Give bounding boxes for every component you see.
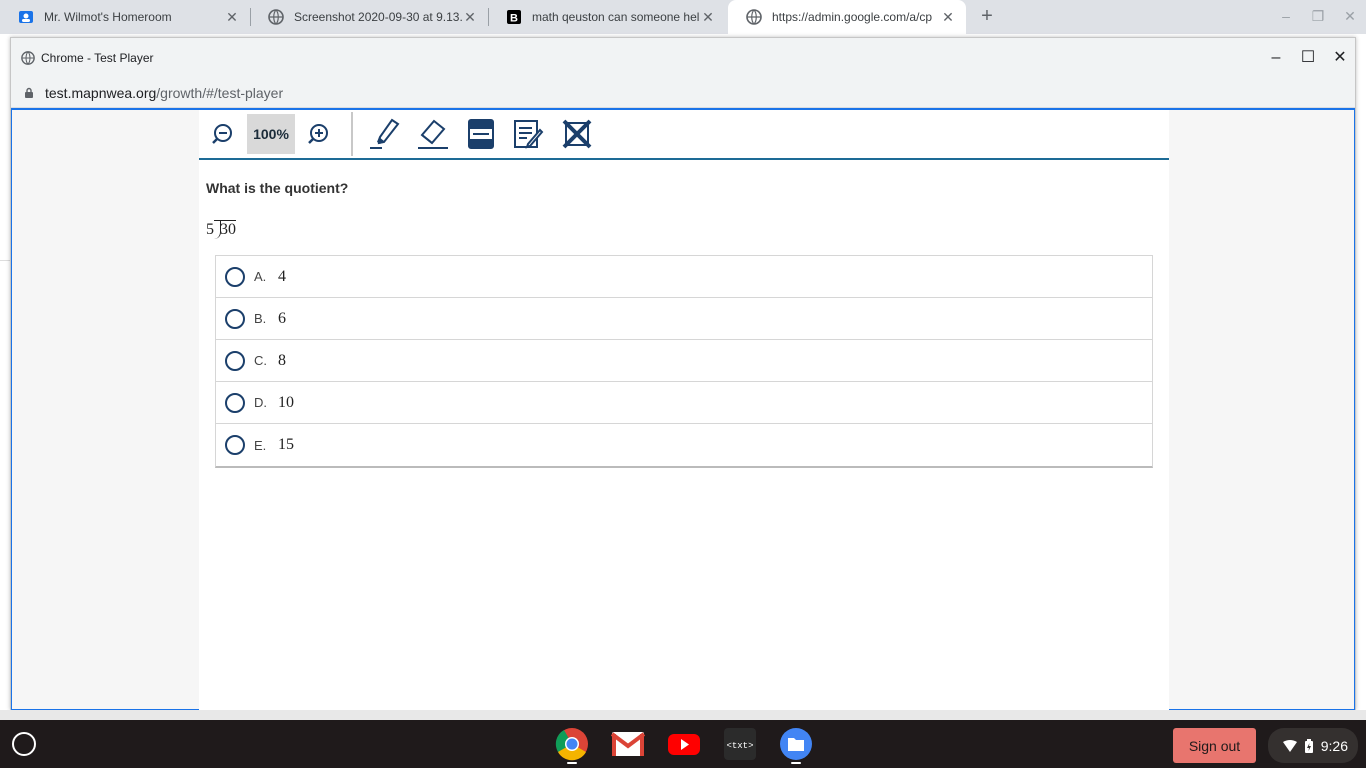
clock: 9:26	[1320, 737, 1348, 754]
wifi-icon	[1282, 739, 1297, 752]
chrome-icon[interactable]	[555, 727, 589, 761]
answer-choice-c[interactable]: C. 8	[216, 340, 1152, 382]
launcher-icon[interactable]	[12, 732, 36, 756]
zoom-out-button[interactable]	[199, 114, 247, 154]
eraser-button[interactable]	[409, 114, 457, 154]
youtube-icon[interactable]	[667, 727, 701, 761]
choice-letter: D.	[254, 395, 267, 410]
test-toolbar: 100%	[199, 110, 1169, 160]
zoom-level: 100%	[247, 114, 295, 154]
radio-button[interactable]	[225, 308, 245, 329]
restore-icon[interactable]: ❐	[1310, 7, 1326, 25]
answer-eliminator-button[interactable]	[553, 114, 601, 154]
divisor: 5	[206, 221, 214, 238]
svg-text:<txt>: <txt>	[726, 741, 753, 751]
url-path: /growth/#/test-player	[156, 84, 284, 101]
minimize-icon[interactable]: –	[1278, 7, 1294, 25]
new-tab-button[interactable]: +	[976, 5, 998, 27]
svg-text:B: B	[510, 13, 518, 25]
choice-letter: A.	[254, 269, 267, 284]
tab-strip: Mr. Wilmot's Homeroom ✕ Screenshot 2020-…	[0, 0, 1366, 34]
notepad-button[interactable]	[505, 114, 553, 154]
gmail-icon[interactable]	[611, 727, 645, 761]
radio-button[interactable]	[225, 392, 245, 413]
lock-icon	[25, 87, 33, 98]
tab-screenshot[interactable]: Screenshot 2020-09-30 at 9.13.4 ✕	[250, 0, 488, 34]
zoom-in-icon	[308, 124, 328, 144]
answer-choice-d[interactable]: D. 10	[216, 382, 1152, 424]
notepad-icon	[514, 120, 544, 149]
radio-button[interactable]	[225, 266, 245, 287]
window-titlebar: Chrome - Test Player – ☐ ✕	[11, 38, 1355, 78]
close-icon[interactable]: ✕	[940, 9, 956, 25]
tab-homeroom[interactable]: Mr. Wilmot's Homeroom ✕	[0, 0, 250, 34]
tab-admin-google[interactable]: https://admin.google.com/a/cp ✕	[728, 0, 966, 34]
globe-icon	[268, 9, 284, 25]
highlighter-button[interactable]	[361, 114, 409, 154]
choice-letter: B.	[254, 311, 267, 326]
running-indicator	[791, 762, 801, 764]
page-content: 100% What is the quotient? 5 30 A. 4 B. …	[11, 108, 1355, 712]
radio-button[interactable]	[225, 435, 245, 455]
globe-icon	[746, 9, 762, 25]
close-icon[interactable]: ✕	[224, 9, 240, 25]
choice-letter: E.	[254, 437, 267, 453]
battery-icon	[1304, 738, 1313, 753]
text-editor-icon[interactable]: <txt>	[723, 727, 757, 761]
tab-title: Screenshot 2020-09-30 at 9.13.4	[294, 10, 462, 24]
test-player-window: Chrome - Test Player – ☐ ✕ test.mapnwea.…	[10, 37, 1356, 712]
radio-button[interactable]	[225, 350, 245, 371]
long-division-expression: 5 30	[206, 220, 236, 239]
answer-choice-a[interactable]: A. 4	[216, 256, 1152, 298]
zoom-in-button[interactable]	[295, 114, 343, 154]
close-icon[interactable]: ✕	[700, 9, 716, 25]
highlighter-icon	[370, 118, 400, 149]
choice-letter: C.	[254, 353, 267, 368]
classroom-icon	[19, 11, 33, 23]
answer-choices: A. 4 B. 6 C. 8 D. 10 E. 15	[215, 255, 1153, 468]
status-tray[interactable]: 9:26	[1268, 728, 1358, 763]
choice-value: 10	[278, 393, 294, 411]
answer-eliminator-icon	[562, 119, 592, 149]
answer-choice-b[interactable]: B. 6	[216, 298, 1152, 340]
tab-title: https://admin.google.com/a/cp	[772, 10, 933, 24]
choice-value: 15	[278, 436, 294, 453]
files-icon[interactable]	[779, 727, 813, 761]
test-player: 100% What is the quotient? 5 30 A. 4 B. …	[199, 110, 1169, 712]
url-domain: test.mapnwea.org	[45, 84, 157, 101]
tab-title: Mr. Wilmot's Homeroom	[44, 10, 172, 24]
sign-out-button[interactable]: Sign out	[1173, 728, 1256, 763]
answer-choice-e[interactable]: E. 15	[216, 424, 1152, 466]
window-title: Chrome - Test Player	[41, 51, 154, 65]
choice-value: 6	[278, 309, 286, 327]
tab-title: math qeuston can someone help	[532, 10, 700, 24]
background-page-footer	[0, 710, 1366, 720]
close-icon[interactable]: ✕	[1330, 48, 1350, 68]
maximize-icon[interactable]: ☐	[1298, 48, 1318, 68]
zoom-out-icon	[212, 124, 232, 144]
brainly-icon: B	[507, 10, 521, 25]
toolbar-divider	[351, 112, 353, 156]
close-window-icon[interactable]: ✕	[1342, 7, 1358, 25]
tab-brainly[interactable]: B math qeuston can someone help ✕	[488, 0, 726, 34]
globe-icon	[21, 51, 35, 65]
line-reader-button[interactable]	[457, 114, 505, 154]
line-reader-icon	[468, 119, 494, 149]
choice-value: 4	[278, 267, 286, 285]
minimize-icon[interactable]: –	[1266, 48, 1286, 68]
close-icon[interactable]: ✕	[462, 9, 478, 25]
address-bar[interactable]: test.mapnwea.org/growth/#/test-player	[11, 78, 1355, 108]
running-indicator	[567, 762, 577, 764]
dividend: 30	[214, 220, 236, 239]
question-prompt: What is the quotient?	[206, 180, 349, 196]
choice-value: 8	[278, 351, 286, 369]
eraser-icon	[418, 119, 448, 149]
